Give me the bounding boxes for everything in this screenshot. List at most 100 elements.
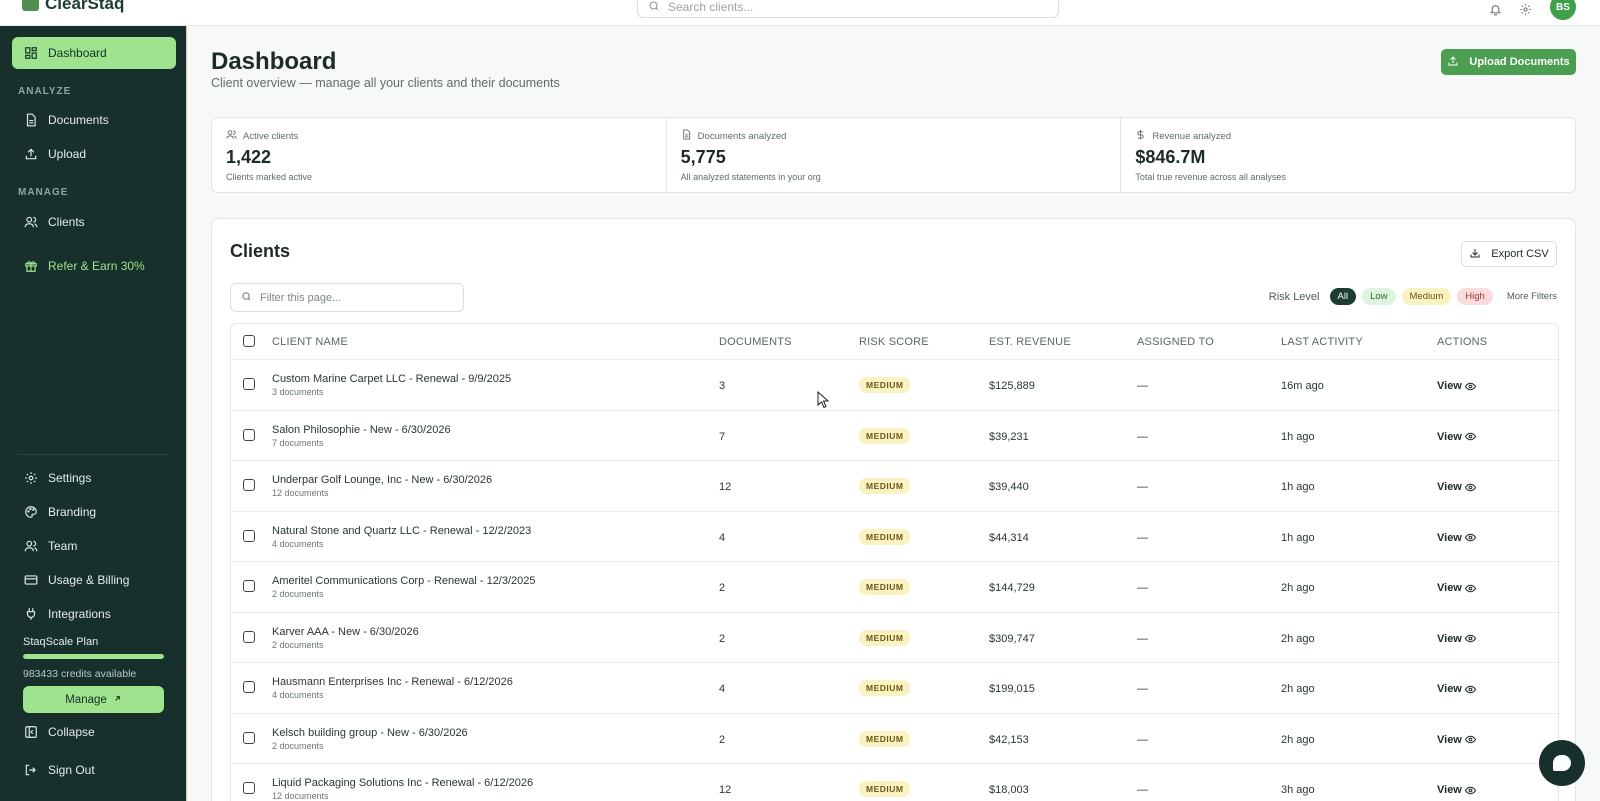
top-bar: ClearStaq Search clients... BS	[0, 0, 1600, 26]
user-avatar[interactable]: BS	[1548, 0, 1578, 22]
sidebar-label: Branding	[48, 505, 97, 519]
risk-filter-all[interactable]: All	[1329, 288, 1357, 305]
documents-count: 2	[719, 582, 726, 594]
table-row[interactable]: Ameritel Communications Corp - Renewal -…	[231, 562, 1558, 613]
sidebar-item-sign-out[interactable]: Sign Out	[12, 754, 176, 786]
view-button[interactable]: View	[1437, 380, 1476, 392]
risk-filter-low[interactable]: Low	[1362, 288, 1396, 305]
table-row[interactable]: Kelsch building group - New - 6/30/2026 2…	[231, 714, 1558, 764]
sidebar-label: Dashboard	[48, 46, 107, 60]
manage-label: Manage	[65, 693, 107, 706]
risk-filter-high[interactable]: High	[1457, 288, 1493, 305]
sidebar-item-upload[interactable]: Upload	[12, 138, 176, 170]
sidebar-item-dashboard[interactable]: Dashboard	[12, 37, 176, 69]
upload-documents-button[interactable]: Upload Documents	[1441, 49, 1576, 75]
select-all-checkbox[interactable]	[243, 335, 255, 347]
view-label: View	[1437, 430, 1462, 443]
table-row[interactable]: Karver AAA - New - 6/30/2026 2 documents 2…	[231, 613, 1558, 663]
logo-icon	[22, 0, 39, 11]
table-row[interactable]: Natural Stone and Quartz LLC - Renewal -…	[231, 512, 1558, 562]
client-name[interactable]: Karver AAA - New - 6/30/2026	[272, 626, 419, 638]
client-name[interactable]: Custom Marine Carpet LLC - Renewal - 9/9…	[272, 373, 511, 385]
last-activity: 2h ago	[1281, 683, 1315, 695]
view-button[interactable]: View	[1437, 633, 1476, 645]
col-risk-score[interactable]: RISK SCORE	[859, 336, 929, 348]
row-checkbox[interactable]	[243, 479, 255, 491]
sidebar-item-refer[interactable]: Refer & Earn 30%	[12, 250, 176, 282]
sidebar-item-documents[interactable]: Documents	[12, 104, 176, 136]
client-name[interactable]: Natural Stone and Quartz LLC - Renewal -…	[272, 525, 531, 537]
view-button[interactable]: View	[1437, 784, 1476, 796]
col-assigned-to[interactable]: ASSIGNED TO	[1137, 336, 1214, 348]
main-content: Dashboard Client overview — manage all y…	[187, 26, 1600, 801]
client-name[interactable]: Underpar Golf Lounge, Inc - New - 6/30/2…	[272, 474, 492, 486]
documents-count: 4	[719, 531, 726, 544]
sidebar-item-settings[interactable]: Settings	[12, 462, 176, 494]
upload-label: Upload Documents	[1469, 56, 1570, 68]
row-checkbox[interactable]	[243, 378, 255, 390]
risk-level-filters: Risk Level All Low Medium High More Filt…	[1269, 288, 1557, 305]
chat-support-button[interactable]	[1539, 740, 1585, 786]
col-documents[interactable]: DOCUMENTS	[719, 336, 792, 348]
risk-filter-medium[interactable]: Medium	[1401, 288, 1452, 305]
last-activity: 1h ago	[1281, 531, 1315, 544]
document-icon	[24, 113, 38, 127]
view-label: View	[1437, 481, 1462, 493]
assigned-to: —	[1137, 632, 1148, 645]
row-checkbox[interactable]	[243, 681, 255, 693]
row-checkbox[interactable]	[243, 529, 255, 542]
sidebar-item-billing[interactable]: Usage & Billing	[12, 564, 176, 596]
upload-icon	[1447, 55, 1459, 70]
client-name[interactable]: Ameritel Communications Corp - Renewal -…	[272, 575, 536, 587]
sidebar-item-integrations[interactable]: Integrations	[12, 598, 176, 630]
assigned-to: —	[1137, 380, 1148, 392]
table-row[interactable]: Underpar Golf Lounge, Inc - New - 6/30/2…	[231, 461, 1558, 512]
sidebar-label: Upload	[48, 147, 87, 161]
table-row[interactable]: Custom Marine Carpet LLC - Renewal - 9/9…	[231, 360, 1558, 411]
page-title: Dashboard	[211, 48, 337, 75]
client-name[interactable]: Salon Philosophie - New - 6/30/2026	[272, 424, 451, 436]
export-csv-button[interactable]: Export CSV	[1461, 241, 1557, 267]
global-search-input[interactable]: Search clients...	[637, 0, 1059, 18]
external-link-icon	[113, 694, 122, 706]
row-checkbox[interactable]	[243, 630, 255, 643]
risk-badge: MEDIUM	[859, 377, 911, 393]
view-button[interactable]: View	[1437, 481, 1476, 493]
view-button[interactable]: View	[1437, 532, 1476, 544]
row-checkbox[interactable]	[243, 782, 255, 794]
manage-plan-button[interactable]: Manage	[23, 686, 164, 713]
gear-icon[interactable]	[1518, 2, 1532, 16]
view-button[interactable]: View	[1437, 582, 1476, 594]
view-button[interactable]: View	[1437, 734, 1476, 746]
risk-badge: MEDIUM	[859, 427, 911, 444]
row-checkbox[interactable]	[243, 731, 255, 744]
table-row[interactable]: Hausmann Enterprises Inc - Renewal - 6/1…	[231, 663, 1558, 714]
view-label: View	[1437, 784, 1462, 796]
sidebar-item-collapse[interactable]: Collapse	[12, 716, 176, 748]
assigned-to: —	[1137, 430, 1148, 443]
filter-page-input[interactable]: Filter this page...	[230, 283, 464, 312]
col-client-name[interactable]: CLIENT NAME	[272, 336, 348, 348]
table-row[interactable]: Liquid Packaging Solutions Inc - Renewal…	[231, 764, 1558, 801]
sidebar-item-team[interactable]: Team	[12, 530, 176, 562]
col-last-activity[interactable]: LAST ACTIVITY	[1281, 336, 1363, 348]
client-name[interactable]: Hausmann Enterprises Inc - Renewal - 6/1…	[272, 676, 513, 688]
sidebar-item-branding[interactable]: Branding	[12, 496, 176, 528]
sidebar-label: Documents	[48, 113, 109, 127]
app-logo[interactable]: ClearStaq	[22, 0, 124, 14]
table-row[interactable]: Salon Philosophie - New - 6/30/2026 7 doc…	[231, 411, 1558, 461]
client-doc-count: 2 documents	[272, 740, 324, 751]
col-est-revenue[interactable]: EST. REVENUE	[989, 336, 1071, 348]
row-checkbox[interactable]	[243, 428, 255, 441]
client-name[interactable]: Kelsch building group - New - 6/30/2026	[272, 727, 468, 739]
eye-icon	[1464, 584, 1476, 592]
row-checkbox[interactable]	[243, 580, 255, 592]
view-button[interactable]: View	[1437, 683, 1476, 695]
sidebar-item-clients[interactable]: Clients	[12, 206, 176, 238]
sidebar-divider	[18, 454, 170, 455]
client-name[interactable]: Liquid Packaging Solutions Inc - Renewal…	[272, 777, 533, 789]
export-label: Export CSV	[1491, 248, 1549, 260]
view-button[interactable]: View	[1437, 431, 1476, 443]
bell-icon[interactable]	[1488, 2, 1502, 16]
more-filters-button[interactable]: More Filters	[1507, 291, 1557, 302]
